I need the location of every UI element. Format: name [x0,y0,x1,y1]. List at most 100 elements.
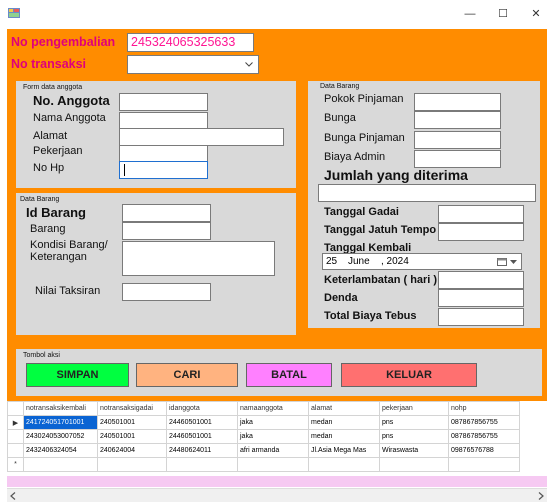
column-header-namaanggota[interactable]: namaanggota [237,401,309,416]
tanggal-kembali-datepicker[interactable]: 25 June , 2024 [322,253,522,270]
table-cell[interactable]: jaka [237,429,309,444]
group-title: Tombol aksi [23,352,60,359]
data-pinjaman-group: Data Barang Pokok Pinjaman Bunga Bunga P… [308,81,540,328]
no-transaksi-combo[interactable] [127,55,259,74]
table-row[interactable]: 2432406324054 240624004 24480624011 afri… [7,443,520,458]
table-cell[interactable]: afri armanda [237,443,309,458]
date-year[interactable]: , 2024 [381,256,409,267]
column-header-pekerjaan[interactable]: pekerjaan [379,401,449,416]
nama-anggota-label: Nama Anggota [33,112,106,124]
scroll-right-icon[interactable] [538,492,544,500]
no-pengembalian-field[interactable]: 245324065325633 [127,33,254,52]
column-header-nohp[interactable]: nohp [448,401,520,416]
table-cell[interactable]: 087867856755 [448,415,520,430]
data-grid[interactable]: notransaksikembali notransaksigadai idan… [7,401,547,502]
current-row-indicator-icon[interactable]: ▶ [7,415,24,430]
row-header[interactable] [7,443,24,458]
column-header-notransaksigadai[interactable]: notransaksigadai [97,401,167,416]
table-cell[interactable]: pns [379,415,449,430]
data-grid-table[interactable]: notransaksikembali notransaksigadai idan… [7,401,520,472]
table-row[interactable]: 243024053007052 240501001 24460501001 ja… [7,429,520,444]
pokok-pinjaman-input[interactable] [414,93,501,111]
table-cell[interactable]: 24460501001 [166,429,238,444]
no-anggota-input[interactable] [119,93,208,111]
bunga-pinjaman-label: Bunga Pinjaman [324,132,405,144]
date-day[interactable]: 25 [326,256,337,267]
no-hp-input[interactable] [119,161,208,179]
calendar-icon[interactable] [497,257,507,266]
tanggal-gadai-input[interactable] [438,205,524,223]
group-title: Form data anggota [23,84,83,91]
batal-button[interactable]: BATAL [246,363,332,387]
table-cell[interactable]: 240624004 [97,443,167,458]
table-cell[interactable]: 240501001 [97,415,167,430]
table-cell[interactable] [448,457,520,472]
bunga-pinjaman-input[interactable] [414,131,501,149]
table-cell[interactable] [308,457,380,472]
horizontal-scrollbar[interactable] [7,488,547,502]
column-header-alamat[interactable]: alamat [308,401,380,416]
table-cell[interactable]: 243024053007052 [23,429,98,444]
table-cell[interactable] [237,457,309,472]
bunga-label: Bunga [324,112,356,124]
table-cell[interactable]: 24460501001 [166,415,238,430]
simpan-button[interactable]: SIMPAN [26,363,129,387]
biaya-admin-label: Biaya Admin [324,151,386,163]
date-month[interactable]: June [348,256,370,267]
kondisi-barang-textarea[interactable] [122,241,275,276]
keluar-button[interactable]: KELUAR [341,363,477,387]
table-cell[interactable]: 2432406324054 [23,443,98,458]
new-row[interactable]: * [7,457,520,472]
new-row-marker[interactable]: * [7,457,24,472]
alamat-label: Alamat [33,130,68,142]
grid-empty-area [7,476,547,487]
table-cell[interactable] [379,457,449,472]
scroll-left-icon[interactable] [10,492,16,500]
row-header[interactable] [7,429,24,444]
id-barang-input[interactable] [122,204,211,222]
bunga-input[interactable] [414,111,501,129]
table-cell[interactable]: medan [308,415,380,430]
kondisi-barang-label: Kondisi Barang/ [30,239,108,251]
close-button[interactable]: ✕ [524,4,548,24]
table-cell[interactable]: Wiraswasta [379,443,449,458]
table-cell[interactable]: 087867856755 [448,429,520,444]
table-cell[interactable]: pns [379,429,449,444]
tanggal-jatuh-tempo-input[interactable] [438,223,524,241]
chevron-down-icon[interactable] [245,62,253,67]
table-cell[interactable]: 09876576788 [448,443,520,458]
table-cell[interactable] [97,457,167,472]
total-biaya-tebus-label: Total Biaya Tebus [324,310,417,322]
table-cell[interactable]: Jl.Asia Mega Mas [308,443,380,458]
keterlambatan-label: Keterlambatan ( hari ) [324,274,438,286]
nilai-taksiran-input[interactable] [122,283,211,301]
pokok-pinjaman-label: Pokok Pinjaman [324,93,404,105]
table-cell[interactable]: medan [308,429,380,444]
table-cell[interactable] [23,457,98,472]
tombol-aksi-group: Tombol aksi SIMPAN CARI BATAL KELUAR [16,349,542,396]
no-hp-label: No Hp [33,162,65,174]
no-pengembalian-label: No pengembalian [11,35,116,49]
minimize-button[interactable]: — [458,4,482,24]
denda-label: Denda [324,292,358,304]
column-header-idanggota[interactable]: idanggota [166,401,238,416]
chevron-down-icon[interactable] [510,260,517,264]
denda-input[interactable] [438,289,524,307]
table-row[interactable]: ▶ 241724051701001 240501001 24460501001 … [7,415,520,430]
total-biaya-tebus-input[interactable] [438,308,524,326]
cari-button[interactable]: CARI [136,363,238,387]
keterlambatan-input[interactable] [438,271,524,289]
alamat-input[interactable] [119,128,284,146]
table-cell[interactable]: 241724051701001 [23,415,98,430]
maximize-button[interactable]: ☐ [491,4,515,24]
barang-input[interactable] [122,222,211,240]
table-cell[interactable]: 240501001 [97,429,167,444]
form-data-anggota-group: Form data anggota No. Anggota Nama Anggo… [16,81,296,188]
jumlah-diterima-input[interactable] [318,184,536,202]
table-cell[interactable] [166,457,238,472]
table-cell[interactable]: jaka [237,415,309,430]
column-header-notransaksikembali[interactable]: notransaksikembali [23,401,98,416]
biaya-admin-input[interactable] [414,150,501,168]
pekerjaan-label: Pekerjaan [33,145,83,157]
table-cell[interactable]: 24480624011 [166,443,238,458]
